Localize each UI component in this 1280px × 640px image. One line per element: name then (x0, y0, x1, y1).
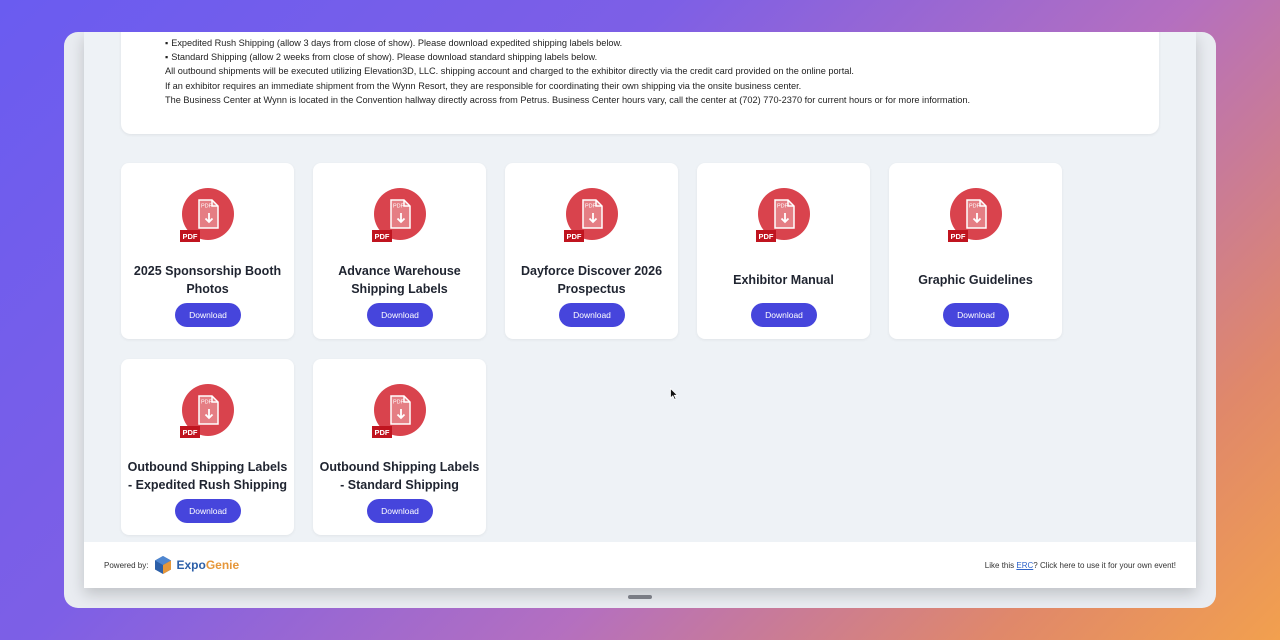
svg-text:PDF: PDF (201, 400, 213, 406)
document-title: Outbound Shipping Labels - Expedited Rus… (127, 460, 288, 492)
svg-text:PDF: PDF (393, 400, 405, 406)
download-button[interactable]: Download (751, 303, 817, 327)
svg-text:PDF: PDF (201, 204, 213, 210)
page-viewport: Expedited Rush Shipping (allow 3 days fr… (84, 32, 1196, 588)
svg-text:PDF: PDF (777, 204, 789, 210)
download-button[interactable]: Download (175, 303, 241, 327)
powered-by: Powered by: ExpoGenie (104, 555, 239, 575)
download-button[interactable]: Download (367, 303, 433, 327)
document-card: PDF PDF Outbound Shipping Labels - Expedit… (121, 359, 294, 535)
document-card: PDF PDF Exhibitor Manual Download (697, 163, 870, 339)
expogenie-logo[interactable]: ExpoGenie (153, 555, 239, 575)
pdf-download-icon: PDF PDF (372, 384, 428, 440)
pdf-badge: PDF (567, 232, 582, 241)
pdf-badge: PDF (375, 428, 390, 437)
pdf-download-icon: PDF PDF (948, 188, 1004, 244)
pdf-badge: PDF (951, 232, 966, 241)
logo-text-genie: Genie (205, 558, 240, 572)
notice-line-business-center: The Business Center at Wynn is located i… (165, 94, 971, 105)
erc-link[interactable]: ERC (1016, 561, 1033, 570)
powered-by-label: Powered by: (104, 560, 149, 570)
logo-text-expo: Expo (176, 558, 206, 572)
pdf-badge: PDF (759, 232, 774, 241)
download-button[interactable]: Download (175, 499, 241, 523)
notice-line-account: All outbound shipments will be executed … (165, 66, 854, 77)
pdf-download-icon: PDF PDF (180, 384, 236, 440)
footer-cta: Like this ERC? Click here to use it for … (985, 561, 1176, 570)
svg-text:PDF: PDF (585, 204, 597, 210)
pdf-download-icon: PDF PDF (372, 188, 428, 244)
document-title: Outbound Shipping Labels - Standard Ship… (319, 460, 480, 492)
page-footer: Powered by: ExpoGenie Like this ERC? Cli… (84, 542, 1196, 588)
document-title: Advance Warehouse Shipping Labels (338, 264, 461, 296)
expogenie-logo-icon (155, 556, 172, 574)
pdf-badge: PDF (375, 232, 390, 241)
document-title: Graphic Guidelines (918, 273, 1033, 287)
document-card: PDF PDF Outbound Shipping Labels - Standar… (313, 359, 486, 535)
document-card: PDF PDF 2025 Sponsorship Booth Photos Downl… (121, 163, 294, 339)
download-button[interactable]: Download (943, 303, 1009, 327)
notice-line-standard: Standard Shipping (allow 2 weeks from cl… (165, 50, 1159, 64)
cta-suffix: ? Click here to use it for your own even… (1033, 560, 1176, 570)
document-title: Exhibitor Manual (733, 273, 834, 287)
mouse-pointer-icon (670, 388, 679, 400)
document-title: Dayforce Discover 2026 Prospectus (520, 264, 663, 296)
notice-line-expedited: Expedited Rush Shipping (allow 3 days fr… (165, 36, 1159, 50)
document-card: PDF PDF Dayforce Discover 2026 Prospectus D… (505, 163, 678, 339)
svg-text:PDF: PDF (969, 204, 981, 210)
download-button[interactable]: Download (367, 499, 433, 523)
pdf-download-icon: PDF PDF (756, 188, 812, 244)
pdf-badge: PDF (183, 232, 198, 241)
document-title: 2025 Sponsorship Booth Photos (133, 264, 282, 296)
pdf-download-icon: PDF PDF (180, 188, 236, 244)
svg-text:PDF: PDF (393, 204, 405, 210)
pdf-badge: PDF (183, 428, 198, 437)
cta-prefix: Like this (984, 560, 1017, 570)
document-card: PDF PDF Graphic Guidelines Download (889, 163, 1062, 339)
download-button[interactable]: Download (559, 303, 625, 327)
pdf-download-icon: PDF PDF (564, 188, 620, 244)
document-card: PDF PDF Advance Warehouse Shipping Labels D… (313, 163, 486, 339)
shipping-notice-panel: Expedited Rush Shipping (allow 3 days fr… (121, 32, 1159, 134)
notice-line-immediate: If an exhibitor requires an immediate sh… (165, 80, 802, 91)
home-indicator (628, 595, 652, 599)
browser-frame: Expedited Rush Shipping (allow 3 days fr… (64, 32, 1216, 608)
logo-wordmark: ExpoGenie (176, 558, 239, 572)
